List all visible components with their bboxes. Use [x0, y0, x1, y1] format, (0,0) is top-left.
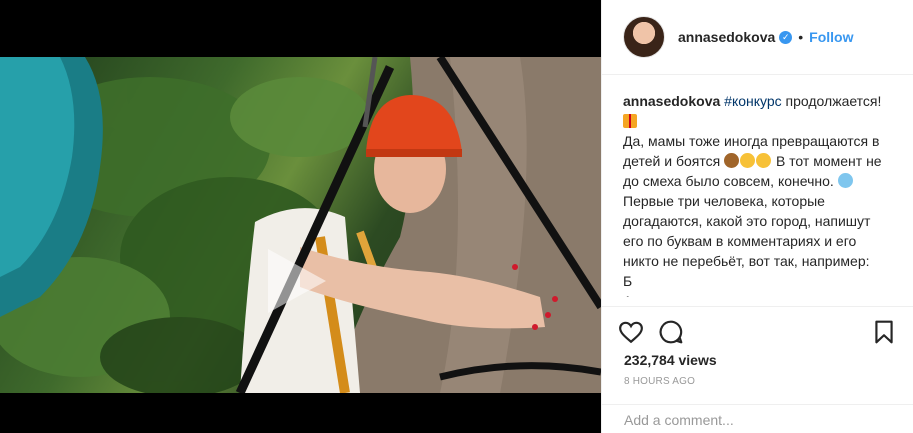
caption-letter: Б — [623, 273, 633, 289]
bookmark-icon[interactable] — [871, 319, 897, 345]
hashtag-link[interactable]: #конкурс — [724, 93, 782, 109]
comment-form — [602, 404, 913, 433]
grin-emoji-icon — [740, 153, 756, 168]
comment-icon[interactable] — [658, 319, 684, 345]
post-container: annasedokova ✓ • Follow annasedokova #ко… — [0, 0, 913, 433]
verified-icon: ✓ — [779, 30, 793, 44]
timestamp[interactable]: 8 HOURS AGO — [618, 376, 897, 387]
caption-text-4: Первые три человека, которые догадаются,… — [623, 193, 871, 269]
separator-dot: • — [798, 29, 804, 45]
caption-username-link[interactable]: annasedokova — [623, 93, 720, 109]
view-count[interactable]: 232,784 views — [618, 352, 897, 368]
avatar[interactable] — [623, 16, 665, 58]
video-still — [0, 57, 601, 393]
post-sidebar: annasedokova ✓ • Follow annasedokova #ко… — [602, 0, 913, 433]
post-header: annasedokova ✓ • Follow — [602, 0, 913, 75]
heart-icon[interactable] — [618, 319, 644, 345]
gift-emoji-icon — [623, 114, 637, 128]
username-link[interactable]: annasedokova — [678, 29, 775, 45]
follow-button[interactable]: Follow — [809, 29, 853, 45]
video-player[interactable] — [0, 0, 602, 433]
comment-input[interactable] — [624, 412, 884, 428]
cold-sweat-emoji-icon — [837, 173, 853, 188]
caption: annasedokova #конкурс продолжается! Да, … — [602, 75, 908, 297]
monkey-emoji-icon — [724, 153, 740, 168]
caption-letter: А — [623, 293, 632, 297]
video-frame[interactable] — [0, 57, 601, 393]
play-icon[interactable] — [268, 249, 326, 313]
grin-emoji-icon — [756, 153, 772, 168]
caption-text-1: продолжается! — [781, 93, 882, 109]
action-bar: 232,784 views 8 HOURS AGO — [602, 306, 913, 387]
